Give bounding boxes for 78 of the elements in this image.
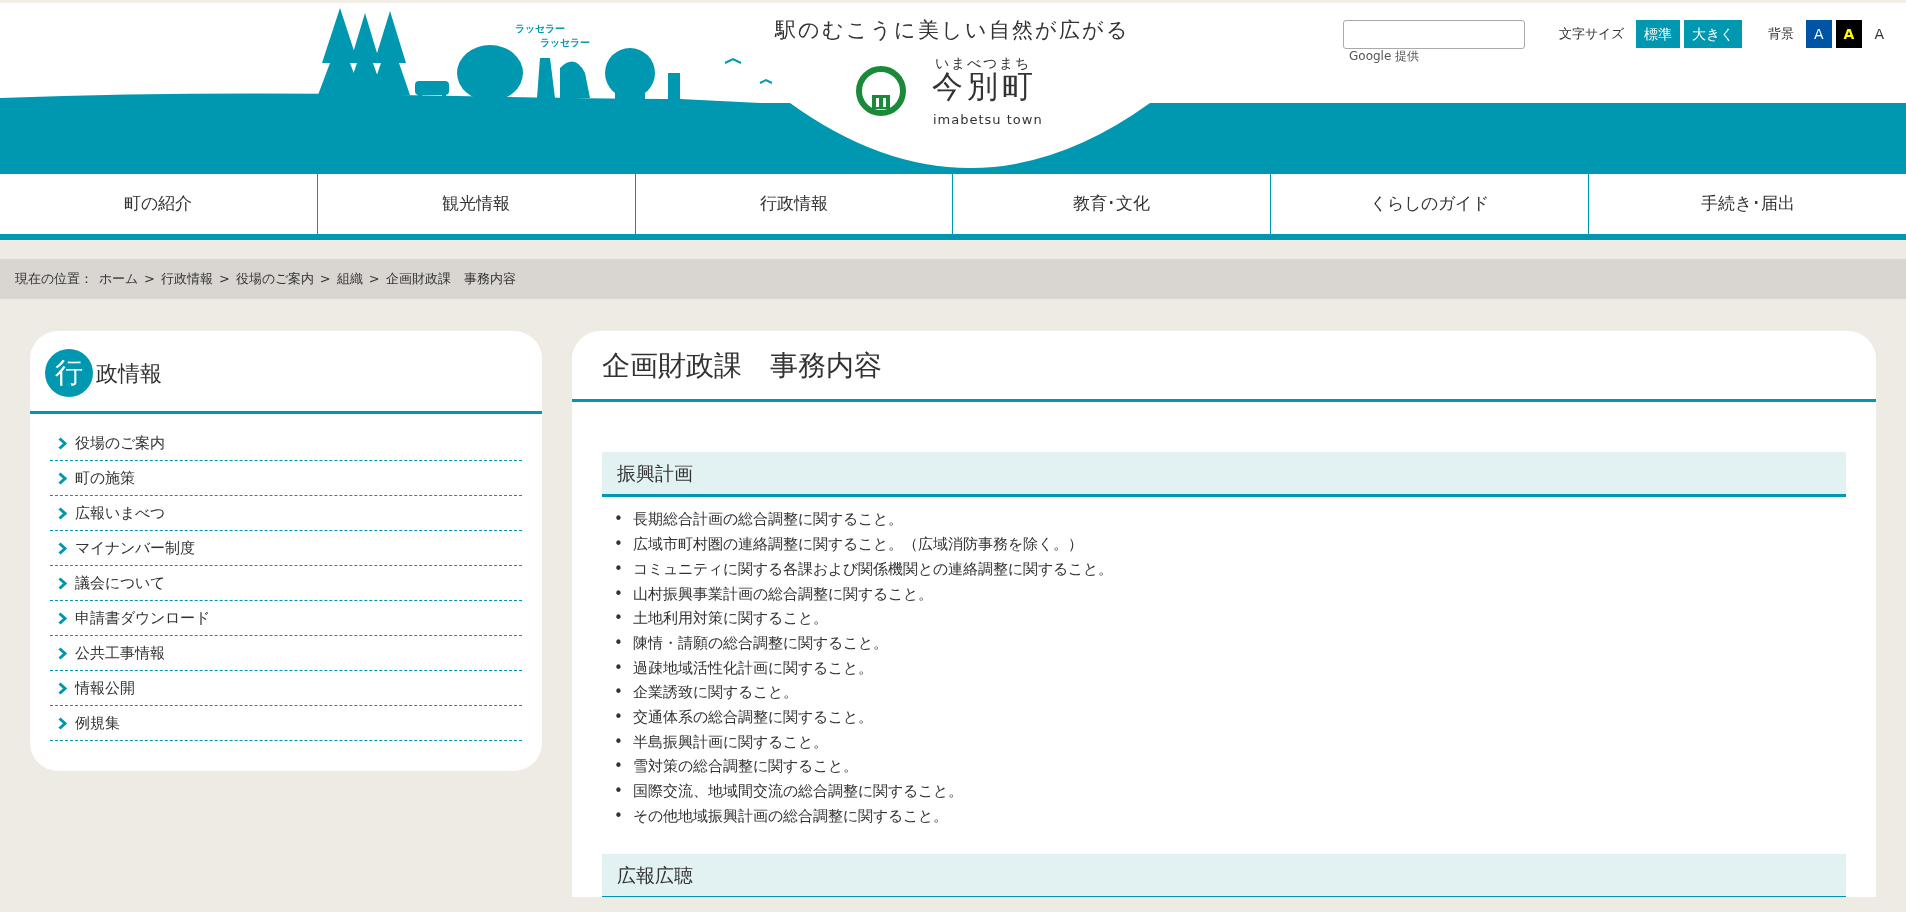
bullet: • [614, 583, 623, 605]
sidebar-title: 政情報 [96, 359, 162, 388]
chevron-right-icon [58, 716, 67, 730]
list-item: 広域市町村圏の連絡調整に関すること。（広域消防事務を除く。） [632, 534, 1083, 556]
chevron-right-icon [58, 576, 67, 590]
logo-name: 今別町 [932, 69, 1037, 104]
sidebar-link[interactable]: 公共工事情報 [75, 641, 165, 665]
list-item: その他地域振興計画の総合調整に関すること。 [632, 805, 948, 827]
list-item: 企業誘致に関すること。 [632, 682, 798, 704]
sidebar-title-badge: 行 [45, 349, 93, 397]
chevron-right-icon [58, 506, 67, 520]
background-label: 背景 [1768, 25, 1794, 43]
sidebar-link[interactable]: 広報いまべつ [75, 501, 165, 525]
list-item: 国際交流、地域間交流の総合調整に関すること。 [632, 781, 963, 803]
search-credit: Google 提供 [1349, 48, 1421, 65]
chevron-right-icon [58, 471, 67, 485]
bullet: • [614, 707, 623, 728]
illustration-caption: ラッセラー [540, 36, 590, 50]
nav-link[interactable]: 観光情報 [317, 174, 636, 234]
font-size-label: 文字サイズ [1559, 25, 1624, 43]
list-item: 半島振興計画に関すること。 [632, 731, 828, 753]
chevron-right-icon [58, 541, 67, 555]
breadcrumb-link[interactable]: 行政情報 [160, 269, 213, 289]
bullet: • [614, 632, 623, 654]
list-item: コミュニティに関する各課および関係機関との連絡調整に関すること。 [632, 558, 1113, 580]
bullet: • [614, 682, 623, 704]
section-heading: 振興計画 [602, 451, 1846, 498]
bullet: • [614, 781, 623, 803]
background-color-button[interactable]: A [1806, 20, 1832, 48]
bullet: • [614, 756, 623, 778]
chevron-right-icon [58, 611, 67, 625]
nav-link[interactable]: 行政情報 [635, 174, 954, 234]
chevron-right-icon [58, 646, 67, 660]
background-color-button[interactable]: A [1835, 20, 1863, 48]
tagline: 駅のむこうに美しい自然が広がる [775, 17, 1130, 44]
breadcrumb-separator: > [144, 270, 155, 289]
bullet: • [614, 731, 623, 753]
bullet: • [614, 509, 623, 531]
list-item: 雪対策の総合調整に関すること。 [632, 756, 858, 778]
illustration-caption: ラッセラー [515, 22, 565, 36]
sidebar-link[interactable]: 役場のご案内 [75, 431, 165, 455]
breadcrumb-separator: > [319, 270, 331, 289]
sidebar-link[interactable]: 議会について [75, 571, 165, 595]
section-heading: 広報広聴 [602, 853, 1846, 897]
bullet: • [614, 657, 623, 679]
nav-link[interactable]: 手続き･届出 [1589, 174, 1906, 234]
list-item: 陳情・請願の総合調整に関すること。 [632, 632, 888, 654]
sidebar-link[interactable]: マイナンバー制度 [75, 536, 195, 560]
breadcrumb-current: 企画財政課 事務内容 [385, 270, 516, 289]
logo-reading: いまべつまち [935, 54, 1031, 72]
town-emblem-icon [855, 65, 907, 117]
chevron-right-icon [58, 436, 67, 450]
breadcrumb-link[interactable]: 組織 [336, 269, 363, 289]
sidebar-link[interactable]: 情報公開 [75, 676, 135, 700]
breadcrumb-link[interactable]: ホーム [99, 269, 138, 289]
breadcrumb-link[interactable]: 役場のご案内 [235, 269, 314, 289]
bullet: • [614, 558, 623, 580]
sidebar-link[interactable]: 申請書ダウンロード [75, 606, 210, 630]
list-item: 土地利用対策に関すること。 [632, 608, 828, 630]
nav-link[interactable]: 町の紹介 [0, 174, 318, 234]
search-field[interactable] [1343, 20, 1525, 49]
nav-link[interactable]: くらしのガイド [1271, 174, 1590, 234]
list-item: 山村振興事業計画の総合調整に関すること。 [632, 583, 933, 605]
breadcrumb-label: 現在の位置： [15, 270, 93, 289]
breadcrumb-separator: > [218, 270, 230, 289]
list-item: 交通体系の総合調整に関すること。 [632, 707, 873, 728]
nav-link[interactable]: 教育･文化 [953, 174, 1272, 234]
chevron-right-icon [58, 681, 67, 695]
list-item: 過疎地域活性化計画に関すること。 [632, 657, 873, 679]
sidebar-link[interactable]: 例規集 [75, 711, 120, 735]
bullet: • [614, 608, 623, 630]
breadcrumb-separator: > [368, 270, 380, 289]
logo-romaji: imabetsu town [933, 111, 1043, 129]
sidebar-link[interactable]: 町の施策 [75, 466, 135, 490]
bullet: • [614, 805, 623, 827]
bullet: • [614, 534, 623, 556]
page-title: 企画財政課 事務内容 [572, 331, 1876, 402]
list-item: 長期総合計画の総合調整に関すること。 [632, 509, 903, 531]
